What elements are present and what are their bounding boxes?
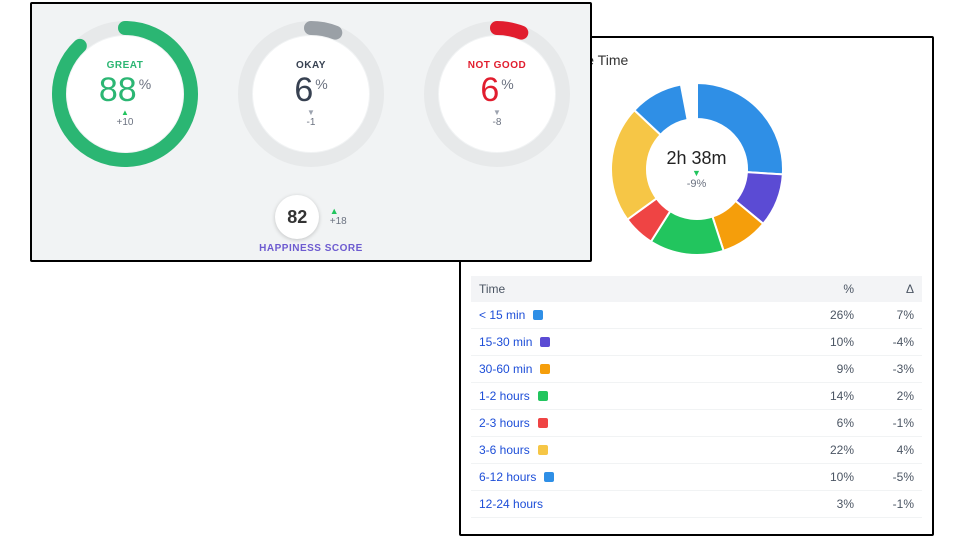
table-row[interactable]: 2-3 hours 6% -1%: [471, 410, 922, 437]
row-delta: -4%: [854, 335, 914, 349]
row-label: 3-6 hours: [479, 443, 530, 457]
legend-swatch-icon: [533, 310, 543, 320]
row-label: 6-12 hours: [479, 470, 536, 484]
gauge-value: 6%: [480, 73, 513, 107]
happiness-score-value: 82: [275, 195, 319, 239]
response-time-table: Time % Δ < 15 min 26% 7% 15-30 min 10% -…: [471, 276, 922, 518]
response-time-delta: ▼ -9%: [666, 169, 726, 190]
response-time-value: 2h 38m: [666, 148, 726, 169]
gauge-value: 88%: [99, 73, 151, 107]
table-header-row: Time % Δ: [471, 276, 922, 302]
row-percent: 9%: [794, 362, 854, 376]
caret-down-icon: ▼: [307, 109, 316, 117]
row-label: 2-3 hours: [479, 416, 530, 430]
row-delta: -5%: [854, 470, 914, 484]
legend-swatch-icon: [538, 445, 548, 455]
row-percent: 10%: [794, 335, 854, 349]
gauge-label: OKAY: [296, 60, 326, 71]
gauge-delta: ▼-1: [307, 109, 316, 128]
row-percent: 6%: [794, 416, 854, 430]
row-percent: 26%: [794, 308, 854, 322]
table-row[interactable]: 1-2 hours 14% 2%: [471, 383, 922, 410]
legend-swatch-icon: [540, 337, 550, 347]
table-row[interactable]: 12-24 hours 3% -1%: [471, 491, 922, 518]
row-label: < 15 min: [479, 308, 525, 322]
legend-swatch-icon: [538, 391, 548, 401]
happiness-panel: GREAT 88% ▲+10 OKAY 6% ▼-1 NOT GOOD: [30, 2, 592, 262]
table-row[interactable]: 3-6 hours 22% 4%: [471, 437, 922, 464]
happiness-score-delta: ▲ +18: [330, 207, 347, 227]
table-row[interactable]: 15-30 min 10% -4%: [471, 329, 922, 356]
table-row[interactable]: 30-60 min 9% -3%: [471, 356, 922, 383]
caret-up-icon: ▲: [330, 207, 347, 216]
gauge-value: 6%: [294, 73, 327, 107]
col-delta: Δ: [854, 282, 914, 296]
legend-swatch-icon: [538, 418, 548, 428]
happiness-score-label: HAPPINESS SCORE: [32, 243, 590, 254]
row-label: 30-60 min: [479, 362, 532, 376]
caret-up-icon: ▲: [117, 109, 134, 117]
gauge-notgood: NOT GOOD 6% ▼-8: [413, 18, 581, 170]
caret-down-icon: ▼: [493, 109, 502, 117]
row-delta: -1%: [854, 416, 914, 430]
row-percent: 10%: [794, 470, 854, 484]
response-time-donut: 2h 38m ▼ -9%: [602, 74, 792, 264]
gauge-label: NOT GOOD: [468, 60, 526, 71]
row-delta: 2%: [854, 389, 914, 403]
row-percent: 3%: [794, 497, 854, 511]
gauge-delta: ▲+10: [117, 109, 134, 128]
row-label: 1-2 hours: [479, 389, 530, 403]
legend-swatch-icon: [540, 364, 550, 374]
row-delta: -3%: [854, 362, 914, 376]
table-row[interactable]: 6-12 hours 10% -5%: [471, 464, 922, 491]
caret-down-icon: ▼: [666, 169, 726, 178]
col-time: Time: [479, 282, 794, 296]
gauge-delta: ▼-8: [493, 109, 502, 128]
row-delta: 7%: [854, 308, 914, 322]
gauge-label: GREAT: [107, 60, 144, 71]
col-percent: %: [794, 282, 854, 296]
row-percent: 14%: [794, 389, 854, 403]
row-label: 12-24 hours: [479, 497, 543, 511]
row-label: 15-30 min: [479, 335, 532, 349]
row-percent: 22%: [794, 443, 854, 457]
row-delta: 4%: [854, 443, 914, 457]
row-delta: -1%: [854, 497, 914, 511]
gauge-okay: OKAY 6% ▼-1: [227, 18, 395, 170]
table-row[interactable]: < 15 min 26% 7%: [471, 302, 922, 329]
gauge-great: GREAT 88% ▲+10: [41, 18, 209, 170]
legend-swatch-icon: [544, 472, 554, 482]
